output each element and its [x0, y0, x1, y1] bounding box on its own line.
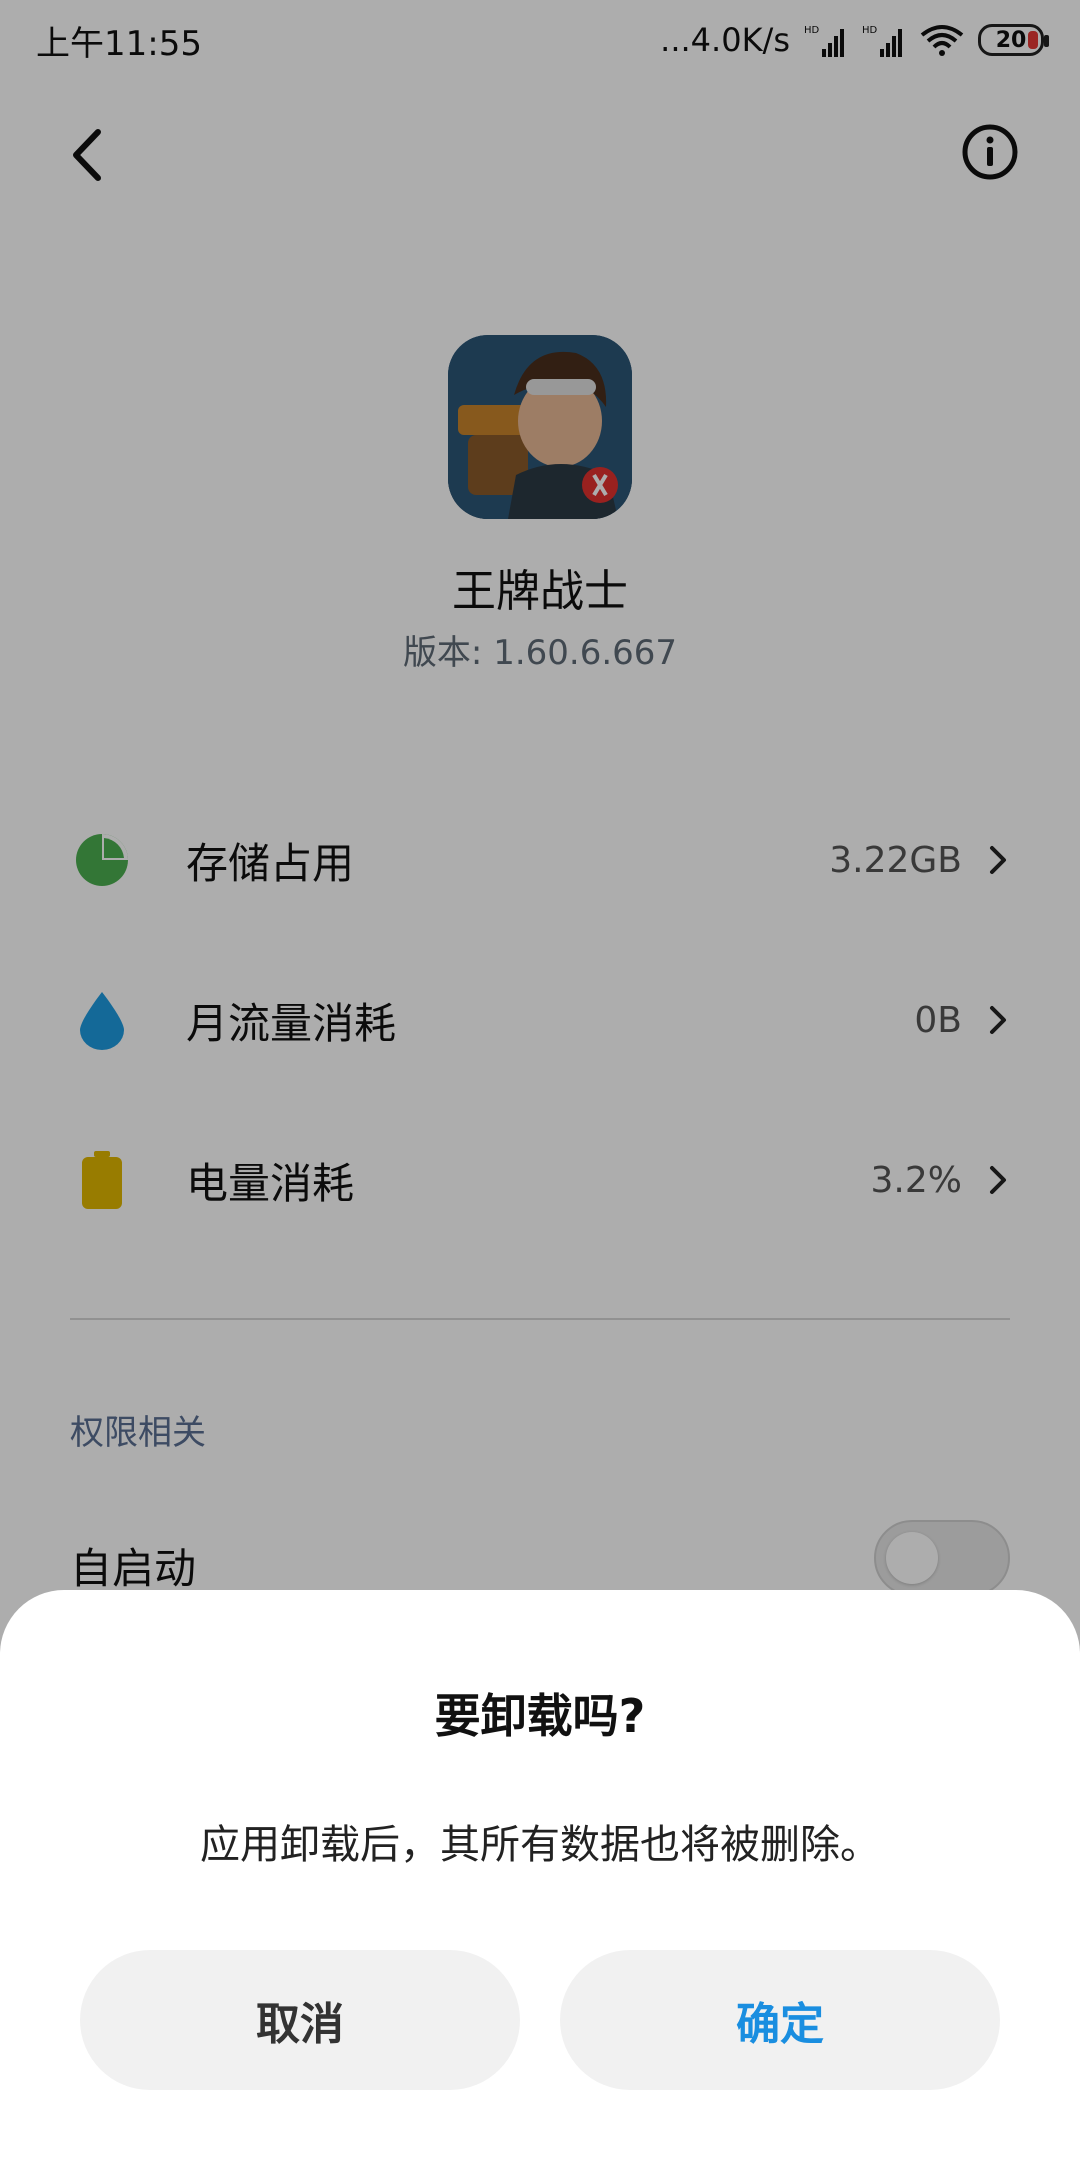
uninstall-dialog: 要卸载吗? 应用卸载后，其所有数据也将被删除。 取消 确定 — [0, 1590, 1080, 2160]
app-info-screen: 上午11:55 ...4.0K/s HD HD 20 王牌战士 版本: 1.60… — [0, 0, 1080, 2160]
confirm-button[interactable]: 确定 — [560, 1950, 1000, 2090]
dialog-title: 要卸载吗? — [434, 1689, 646, 1743]
dialog-message: 应用卸载后，其所有数据也将被删除。 — [200, 1822, 880, 1868]
cancel-button[interactable]: 取消 — [80, 1950, 520, 2090]
